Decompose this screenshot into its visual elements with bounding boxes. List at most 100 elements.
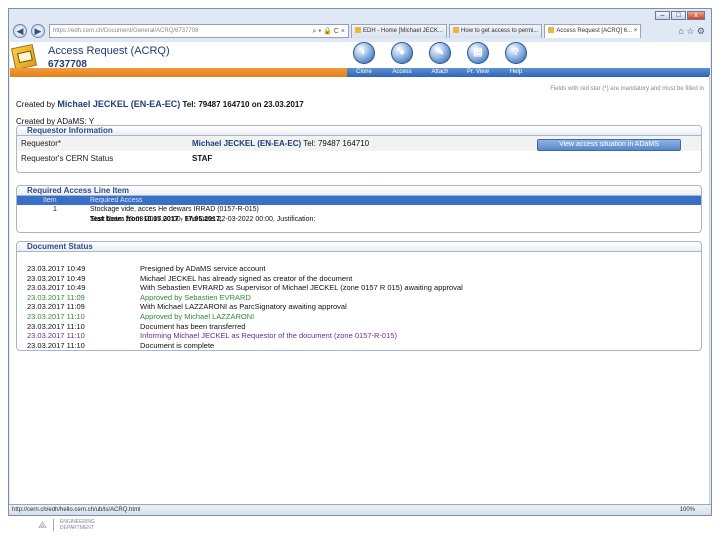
col-item: Item [43,197,57,204]
scrollbar[interactable] [709,75,710,506]
forward-button[interactable]: ▶ [31,24,45,38]
edh-favicon-icon [355,27,361,33]
requestor-value: Michael JECKEL (EN-EA-EC) Tel: 79487 164… [192,136,369,151]
section-title: Requestor Information [17,126,701,136]
action-labels: Clone Access Attach Pr. View Help [350,69,530,75]
page-title: Access Request (ACRQ) [48,45,170,57]
document-status-section: Document Status 23.03.2017 10:49 Presigne… [16,241,702,351]
created-by-line: Created by Michael JECKEL (EN-EA-EC) Tel… [16,99,304,109]
status-message: With Sebastien EVRARD as Supervisor of M… [140,283,463,293]
access-label[interactable]: Access [388,69,416,75]
col-required-access: Required Access [90,197,143,204]
cern-status-row: Requestor's CERN Status STAF [17,151,701,166]
line-item-section: Required Access Line Item Item Required … [16,185,702,233]
attach-button[interactable]: ✎ [426,42,454,64]
attach-label[interactable]: Attach [426,69,454,75]
status-datetime: 23.03.2017 11:10 [27,311,85,321]
zoom-level[interactable]: 100% [680,505,695,515]
app-header: Access Request (ACRQ) 6737708 ◐ ● ✎ ▤ ? … [10,42,710,77]
edh-logo-icon [10,43,38,71]
status-list: 23.03.2017 10:49 Presigned by ADaMS servi… [17,252,701,350]
status-datetime: 23.03.2017 11:10 [27,340,85,350]
creator-name: Michael JECKEL (EN-EA-EC) [57,99,181,109]
help-label[interactable]: Help [502,69,530,75]
status-message: Approved by Sebastien EVRARD [140,292,251,302]
status-message: Informing Michael JECKEL as Requestor of… [140,331,397,341]
tab-edh-home[interactable]: EDH - Home [Michael JECK... [351,24,448,38]
browser-icons[interactable]: ⌂ ☆ ⚙ [678,26,705,37]
clone-icon: ◐ [353,42,375,64]
footer-divider [52,519,54,531]
requestor-row: Requestor* Michael JECKEL (EN-EA-EC) Tel… [17,136,701,151]
view-access-button[interactable]: View access situation in ADaMS [537,139,681,151]
page-content: Access Request (ACRQ) 6737708 ◐ ● ✎ ▤ ? … [10,42,710,506]
close-window-button[interactable]: x [687,11,705,20]
line-item-row[interactable]: 1 Stockage vide, acces He dewars IRRAD (… [17,205,701,215]
created-prefix: Created by [16,100,56,109]
print-view-icon: ▤ [467,42,489,64]
footer-logo: ⟁ ENGINEERING DEPARTMENT [38,519,95,531]
status-row: 23.03.2017 11:10 Approved by Michael LAZZ… [17,312,701,322]
status-row: 23.03.2017 11:10 Informing Michael JECKEL… [17,331,701,341]
tab-close-icon[interactable]: × [634,28,638,34]
status-datetime: 23.03.2017 10:49 [27,283,86,293]
status-url: http://cern.ch/edh/hello.cern.ch/ub/ls/A… [12,507,141,513]
required-access: Stockage vide, acces He dewars IRRAD (01… [90,206,259,213]
creator-tel: Tel: 79487 164710 on 23.03.2017 [182,100,304,109]
status-datetime: 23.03.2017 11:10 [27,331,85,341]
tab-label: How to get access to permi... [461,28,539,34]
requestor-section: Requestor Information Requestor* Michael… [16,125,702,173]
clone-label[interactable]: Clone [350,69,378,75]
section-title: Document Status [17,242,701,252]
print-view-button[interactable]: ▤ [464,42,492,64]
browser-toolbar: ◀ ▶ https://edh.cern.ch/Document/General… [9,21,711,41]
footer-text-line2: DEPARTMENT [59,525,94,531]
page-favicon-icon [453,27,460,33]
status-row: 23.03.2017 11:10 Document has been transf… [17,322,701,332]
browser-window: – □ x ◀ ▶ https://edh.cern.ch/Document/G… [8,8,712,516]
requestor-name: Michael JECKEL (EN-EA-EC) [192,139,302,148]
status-message: Document is complete [140,340,215,350]
address-bar[interactable]: https://edh.cern.ch/Document/General/ACR… [49,24,349,38]
status-message: Approved by Michael LAZZARONI [140,311,255,321]
status-message: With Michael LAZZARONI as ParcSignatory … [140,302,347,312]
footer-text: ENGINEERING DEPARTMENT [60,519,95,531]
print-view-label[interactable]: Pr. View [464,69,492,75]
help-button[interactable]: ? [502,42,530,64]
window-controls: – □ x [655,11,705,20]
action-toolbar: ◐ ● ✎ ▤ ? [350,42,530,64]
status-row: 23.03.2017 11:09 Approved by Sebastien EV… [17,293,701,303]
mandatory-note: Fields with red star (*) are mandatory a… [550,86,704,92]
status-row: 23.03.2017 11:09 With Michael LAZZARONI a… [17,302,701,312]
status-datetime: 23.03.2017 10:49 [27,264,86,273]
status-datetime: 23.03.2017 11:09 [27,302,85,312]
cern-status-value: STAF [192,154,213,163]
tab-how-to[interactable]: How to get access to permi... [449,24,543,38]
detail-dates: Start Date: 23-03-2017 00:00, End Date: … [90,216,316,223]
access-button[interactable]: ● [388,42,416,64]
status-message: Document has been transferred [140,321,246,331]
status-row: 23.03.2017 10:49 Michael JECKEL has alrea… [17,274,701,284]
tab-access-request[interactable]: Access Request [ACRQ] 6... × [544,24,642,38]
clone-button[interactable]: ◐ [350,42,378,64]
address-icons[interactable]: ⌕ ▾ 🔒 C × [313,27,346,36]
attach-icon: ✎ [429,42,451,64]
status-datetime: 23.03.2017 11:10 [27,321,85,331]
status-datetime: 23.03.2017 11:09 [27,292,85,302]
tab-label: Access Request [ACRQ] 6... [556,28,633,34]
requestor-label: Requestor* [21,139,62,148]
address-url: https://edh.cern.ch/Document/General/ACR… [53,28,199,34]
minimize-button[interactable]: – [655,11,670,20]
tab-label: EDH - Home [Michael JECK... [363,28,444,34]
cern-status-label: Requestor's CERN Status [21,154,114,163]
back-button[interactable]: ◀ [13,24,27,38]
maximize-button[interactable]: □ [671,11,686,20]
help-icon: ? [505,42,527,64]
line-item-detail: Start Date: 23-03-2017 00:00, End Date: … [17,215,701,225]
cern-logo-icon: ⟁ [38,519,47,531]
status-message: Presigned by ADaMS service account [140,264,266,273]
status-row: 23.03.2017 11:10 Document is complete [17,341,701,351]
line-item-header: Item Required Access [17,196,701,205]
status-message: Michael JECKEL has already signed as cre… [140,273,353,283]
access-icon: ● [391,42,413,64]
